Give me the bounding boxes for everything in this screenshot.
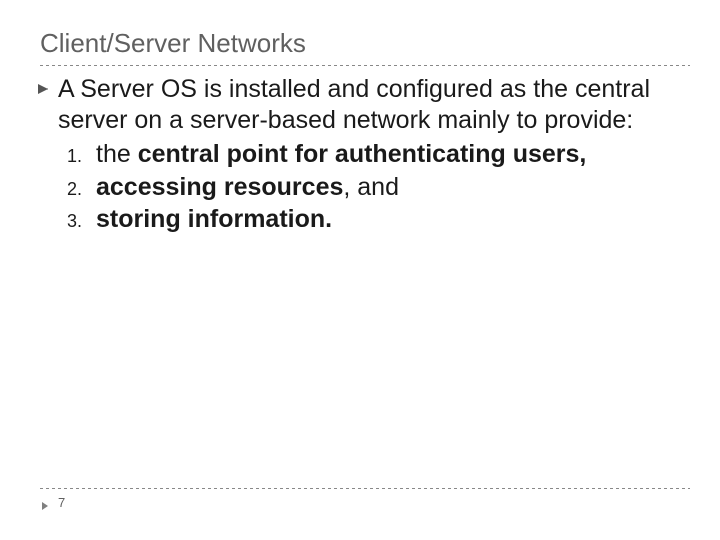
slide-title: Client/Server Networks [40, 28, 720, 59]
intro-text: A Server OS is installed and configured … [58, 74, 700, 135]
list-item-text: the central point for authenticating use… [96, 139, 586, 170]
page-number: 7 [58, 495, 65, 510]
list-item-text: storing information. [96, 204, 332, 235]
list-item-text: accessing resources, and [96, 172, 399, 203]
slide-content: A Server OS is installed and configured … [0, 66, 720, 235]
list-item: 3. storing information. [62, 204, 700, 235]
footer: 7 [40, 488, 690, 510]
bullet-icon [36, 82, 50, 96]
list-item: 2. accessing resources, and [62, 172, 700, 203]
number-label: 1. [62, 146, 82, 167]
chevron-right-icon [40, 498, 50, 508]
number-label: 2. [62, 179, 82, 200]
list-item: 1. the central point for authenticating … [62, 139, 700, 170]
number-label: 3. [62, 211, 82, 232]
footer-divider [40, 488, 690, 489]
